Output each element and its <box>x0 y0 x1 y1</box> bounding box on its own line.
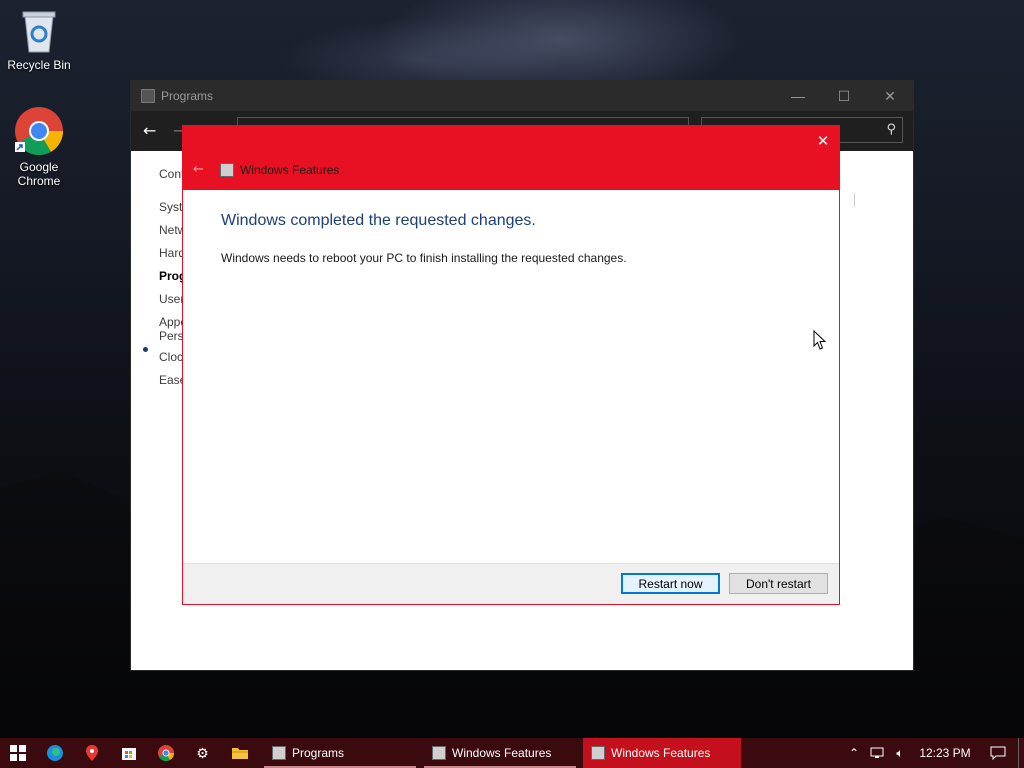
taskbar-item-label: Windows Features <box>452 746 552 760</box>
taskbar-item-label: Windows Features <box>611 746 711 760</box>
windows-start-icon <box>10 745 26 761</box>
chrome-icon <box>15 107 64 156</box>
action-center-icon[interactable] <box>978 738 1018 768</box>
maximize-button[interactable]: ☐ <box>821 81 867 111</box>
sidebar-item-users[interactable]: User <box>159 292 184 306</box>
taskbar-item-windows-features[interactable]: Windows Features <box>424 738 576 768</box>
edge-icon[interactable] <box>36 738 73 768</box>
chrome-label: Google Chrome <box>17 160 61 188</box>
windows-features-icon <box>220 163 234 177</box>
restart-now-button[interactable]: Restart now <box>621 573 720 594</box>
programs-titlebar[interactable]: Programs — ☐ ✕ <box>131 81 913 111</box>
sidebar-item-personalization[interactable]: Pers <box>159 329 184 343</box>
maps-icon[interactable] <box>73 738 110 768</box>
dialog-footer: Restart now Don't restart <box>183 563 839 604</box>
dialog-back-arrow-icon: ← <box>193 162 204 177</box>
taskbar-item-windows-features-active[interactable]: Windows Features <box>583 738 741 768</box>
taskbar-item-programs[interactable]: Programs <box>264 738 416 768</box>
file-explorer-icon[interactable] <box>221 738 258 768</box>
store-icon[interactable] <box>110 738 147 768</box>
windows-features-icon <box>432 746 446 760</box>
taskbar-item-label: Programs <box>292 746 345 760</box>
dialog-heading: Windows completed the requested changes. <box>221 212 536 229</box>
windows-features-icon <box>591 746 605 760</box>
close-button[interactable]: ✕ <box>867 81 913 111</box>
settings-icon[interactable]: ⚙ <box>184 738 221 768</box>
clock[interactable]: 12:23 PM <box>912 738 978 768</box>
recycle-bin-label: Recycle Bin <box>7 58 71 72</box>
search-icon: ⚲ <box>886 122 896 137</box>
show-desktop-button[interactable] <box>1018 738 1024 768</box>
windows-features-dialog: ✕ ← Windows Features Windows completed t… <box>182 125 840 605</box>
dialog-title: Windows Features <box>240 163 340 177</box>
desktop-icon-google-chrome[interactable]: Google Chrome <box>1 106 77 188</box>
sidebar-item-control-panel[interactable]: Cont <box>159 167 184 181</box>
chevron-up-icon[interactable]: ⌃ <box>842 738 866 768</box>
dialog-header[interactable]: ✕ ← Windows Features <box>183 126 839 190</box>
programs-right-separator <box>854 193 855 207</box>
dialog-message: Windows needs to reboot your PC to finis… <box>221 251 627 265</box>
desktop-icon-recycle-bin[interactable]: Recycle Bin <box>1 8 77 72</box>
volume-icon[interactable]: 🔈︎ <box>888 738 912 768</box>
chrome-taskbar-icon[interactable] <box>147 738 184 768</box>
back-arrow-icon[interactable]: ← <box>143 121 156 140</box>
active-bullet <box>143 347 148 352</box>
mouse-cursor-icon <box>813 330 827 350</box>
control-panel-icon <box>141 89 155 103</box>
recycle-bin-icon <box>22 11 56 53</box>
control-panel-icon <box>272 746 286 760</box>
minimize-button[interactable]: — <box>775 81 821 111</box>
start-button[interactable] <box>0 738 36 768</box>
taskbar: ⚙ Programs Windows Features Windows Feat… <box>0 738 1024 768</box>
dont-restart-button[interactable]: Don't restart <box>729 573 828 594</box>
system-tray: ⌃ 🔈︎ 12:23 PM <box>842 738 1024 768</box>
dialog-close-icon[interactable]: ✕ <box>813 132 833 152</box>
network-icon[interactable] <box>866 738 888 768</box>
programs-window-title: Programs <box>161 89 214 103</box>
